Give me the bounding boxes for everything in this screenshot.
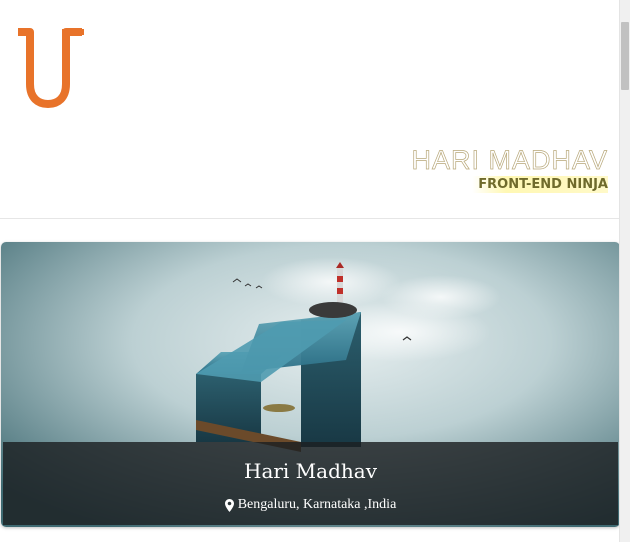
profile-overlay: Hari Madhav Bengaluru, Karnataka ,India [3,442,618,525]
site-tagline: FRONT-END NINJA [472,176,608,193]
site-title: HARI MADHAV [411,145,608,176]
site-header: U HARI MADHAV FRONT-END NINJA [0,0,620,219]
profile-card: Hari Madhav Bengaluru, Karnataka ,India [1,242,620,527]
title-block: HARI MADHAV FRONT-END NINJA [411,145,608,193]
location-text: Bengaluru, Karnataka ,India [237,497,397,512]
vertical-scrollbar[interactable] [619,0,630,542]
site-logo[interactable]: U [12,28,86,110]
profile-location: Bengaluru, Karnataka ,India [224,496,397,514]
scrollbar-thumb[interactable] [621,22,629,90]
profile-name: Hari Madhav [244,459,377,483]
map-pin-icon [224,498,234,512]
page: U HARI MADHAV FRONT-END NINJA [0,0,630,542]
